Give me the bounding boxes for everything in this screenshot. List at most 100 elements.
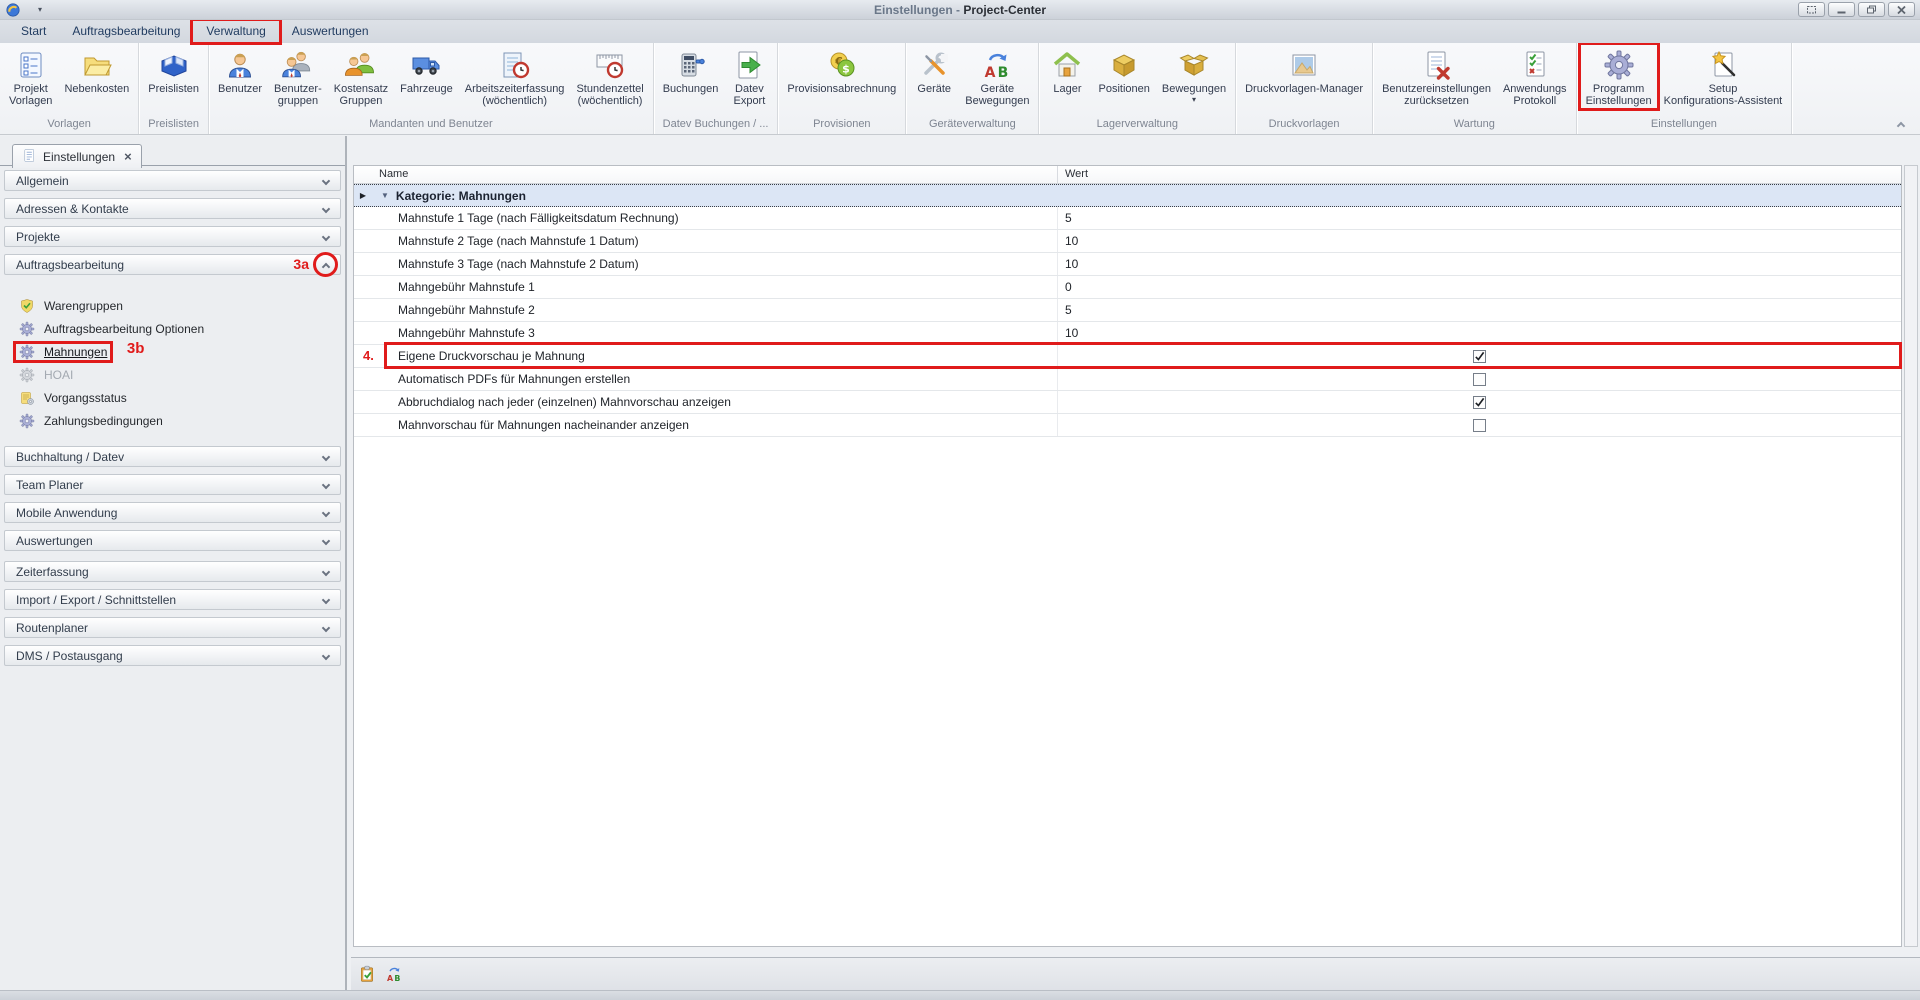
- table-row[interactable]: Automatisch PDFs für Mahnungen erstellen: [354, 368, 1901, 391]
- gear-icon: [19, 321, 35, 337]
- checkbox-checked[interactable]: [1473, 396, 1486, 409]
- ribbon-button-provisionsabrechnung[interactable]: €$Provisionsabrechnung: [781, 46, 902, 96]
- sidebar-section-routenplaner[interactable]: Routenplaner: [4, 617, 341, 638]
- checkbox-unchecked[interactable]: [1473, 373, 1486, 386]
- table-row[interactable]: Mahnstufe 3 Tage (nach Mahnstufe 2 Datum…: [354, 253, 1901, 276]
- ribbon-button-setup-konfigurations-assistent[interactable]: SetupKonfigurations-Assistent: [1658, 46, 1789, 108]
- ribbon-button-lager[interactable]: Lager: [1042, 46, 1092, 96]
- cell-wert: [1057, 368, 1901, 390]
- ribbon-button-geraete-bewegungen[interactable]: ABGeräteBewegungen: [959, 46, 1035, 108]
- clipboard-check-icon[interactable]: [358, 965, 376, 983]
- ribbon-button-nebenkosten[interactable]: Nebenkosten: [58, 46, 135, 96]
- ribbon-button-programm-einstellungen[interactable]: ProgrammEinstellungen2.: [1580, 46, 1658, 108]
- sidebar-item-warengruppen[interactable]: Warengruppen: [4, 294, 341, 317]
- window-bottom-edge: [0, 990, 1920, 1000]
- ribbon-button-druckvorlagen-manager[interactable]: Druckvorlagen-Manager: [1239, 46, 1369, 96]
- table-row[interactable]: Mahnstufe 2 Tage (nach Mahnstufe 1 Datum…: [354, 230, 1901, 253]
- row-indicator-cell: [354, 230, 372, 252]
- ribbon-button-projekt-vorlagen[interactable]: ProjektVorlagen: [3, 46, 58, 108]
- application-window: { "window": { "title_prefix": "Einstellu…: [0, 0, 1920, 1000]
- sidebar-section-label: Zeiterfassung: [16, 565, 89, 579]
- sidebar-item-zahlungsbedingungen[interactable]: Zahlungsbedingungen: [4, 409, 341, 432]
- menu-tab-label: Start: [21, 24, 46, 38]
- sidebar-section-allgemein[interactable]: Allgemein: [4, 170, 341, 191]
- table-row[interactable]: Mahnvorschau für Mahnungen nacheinander …: [354, 414, 1901, 437]
- close-icon[interactable]: ×: [124, 150, 132, 163]
- ribbon-button-geraete[interactable]: Geräte: [909, 46, 959, 96]
- row-indicator-cell: [354, 253, 372, 275]
- ribbon-button-datev-export[interactable]: DatevExport: [724, 46, 774, 108]
- menu-tab-auswertungen[interactable]: Auswertungen: [279, 20, 382, 43]
- ribbon-button-benutzereinstellungen-zuruecksetzen[interactable]: Benutzereinstellungenzurücksetzen: [1376, 46, 1497, 108]
- sidebar-section-adressen-kontakte[interactable]: Adressen & Kontakte: [4, 198, 341, 219]
- ribbon-button-anwendungs-protokoll[interactable]: AnwendungsProtokoll: [1497, 46, 1573, 108]
- menu-tab-auftragsbearbeitung[interactable]: Auftragsbearbeitung: [59, 20, 193, 43]
- menu-tab-verwaltung[interactable]: Verwaltung1.: [193, 20, 278, 43]
- sidebar-item-vorgangsstatus[interactable]: Vorgangsstatus: [4, 386, 341, 409]
- table-row[interactable]: Mahnstufe 1 Tage (nach Fälligkeitsdatum …: [354, 207, 1901, 230]
- ribbon-button-label: Programm: [1593, 83, 1644, 95]
- sidebar-section-label: Mobile Anwendung: [16, 506, 117, 520]
- checkbox-checked[interactable]: [1473, 350, 1486, 363]
- ribbon-button-fahrzeuge[interactable]: Fahrzeuge: [394, 46, 459, 96]
- column-header-wert[interactable]: Wert: [1057, 166, 1901, 183]
- sidebar-section-auftragsbearbeitung[interactable]: Auftragsbearbeitung3a: [4, 254, 341, 275]
- fullscreen-icon: [1806, 5, 1817, 15]
- table-row[interactable]: Mahngebühr Mahnstufe 25: [354, 299, 1901, 322]
- sidebar-section-team-planer[interactable]: Team Planer: [4, 474, 341, 495]
- restore-button[interactable]: [1858, 2, 1885, 17]
- group-collapse-icon[interactable]: ▼: [381, 191, 389, 200]
- ribbon-group-label: Vorlagen: [0, 115, 138, 134]
- minimize-button[interactable]: [1828, 2, 1855, 17]
- checkbox-unchecked[interactable]: [1473, 419, 1486, 432]
- sidebar-section-buchhaltung-datev[interactable]: Buchhaltung / Datev: [4, 446, 341, 467]
- chevron-down-icon: [322, 205, 330, 213]
- sidebar-section-projekte[interactable]: Projekte: [4, 226, 341, 247]
- table-row[interactable]: Eigene Druckvorschau je Mahnung4.: [354, 345, 1901, 368]
- app-logo-icon[interactable]: [6, 3, 20, 17]
- close-button[interactable]: [1888, 2, 1915, 17]
- sidebar-section-mobile-anwendung[interactable]: Mobile Anwendung: [4, 502, 341, 523]
- chevron-down-icon: [322, 596, 330, 604]
- ribbon-button-label: Projekt: [14, 83, 48, 95]
- menu-tab-label: Auswertungen: [292, 24, 369, 38]
- column-header-name[interactable]: Name: [372, 166, 1057, 183]
- table-row[interactable]: Mahngebühr Mahnstufe 310: [354, 322, 1901, 345]
- document-icon: [22, 148, 37, 166]
- sidebar-section-zeiterfassung[interactable]: Zeiterfassung: [4, 561, 341, 582]
- table-body: Mahnstufe 1 Tage (nach Fälligkeitsdatum …: [354, 207, 1901, 437]
- ribbon-button-label: Konfigurations-Assistent: [1664, 95, 1783, 107]
- menu-bar: Start AuftragsbearbeitungVerwaltung1. Ausw…: [0, 20, 1920, 43]
- ribbon-button-kostensatz-gruppen[interactable]: KostensatzGruppen: [328, 46, 394, 108]
- ribbon-group-items: BuchungenDatevExport: [654, 43, 778, 115]
- tab-einstellungen[interactable]: Einstellungen ×: [12, 144, 142, 168]
- vertical-scrollbar[interactable]: [1904, 165, 1918, 947]
- ribbon-button-bewegungen[interactable]: Bewegungen▾: [1156, 46, 1232, 105]
- ribbon-collapse-button[interactable]: [1898, 118, 1907, 127]
- table-row[interactable]: Mahngebühr Mahnstufe 10: [354, 276, 1901, 299]
- ribbon-button-positionen[interactable]: Positionen: [1092, 46, 1155, 96]
- annotation-step3a: 3a: [293, 257, 309, 271]
- sidebar-item-wrap: Mahnungen3b: [19, 344, 107, 360]
- ribbon-button-buchungen[interactable]: Buchungen: [657, 46, 725, 96]
- ribbon-group-items: €$Provisionsabrechnung: [778, 43, 905, 115]
- cell-wert: 10: [1057, 230, 1901, 252]
- ab-compare-icon[interactable]: AB: [385, 965, 403, 983]
- ribbon-button-stundenzettel-woechentlich[interactable]: Stundenzettel(wöchentlich): [570, 46, 649, 108]
- quick-access-dropdown-icon[interactable]: ▾: [38, 5, 42, 14]
- sidebar-section-dms-postausgang[interactable]: DMS / Postausgang: [4, 645, 341, 666]
- cell-wert: [1057, 414, 1901, 436]
- svg-text:B: B: [394, 974, 400, 983]
- sidebar-section-import-export-schnittstellen[interactable]: Import / Export / Schnittstellen: [4, 589, 341, 610]
- sidebar-item-auftragsbearbeitung-optionen[interactable]: Auftragsbearbeitung Optionen: [4, 317, 341, 340]
- ribbon-button-arbeitszeiterfassung-woechentlich[interactable]: Arbeitszeiterfassung(wöchentlich): [459, 46, 571, 108]
- menu-tab-start[interactable]: Start: [8, 20, 59, 43]
- table-row[interactable]: Abbruchdialog nach jeder (einzelnen) Mah…: [354, 391, 1901, 414]
- sidebar-section-auswertungen[interactable]: Auswertungen: [4, 530, 341, 551]
- table-group-row[interactable]: ▶ ▼ Kategorie: Mahnungen: [354, 184, 1901, 207]
- fullscreen-button[interactable]: [1798, 2, 1825, 17]
- ribbon-button-preislisten[interactable]: Preislisten: [142, 46, 205, 96]
- ribbon-button-benutzer[interactable]: Benutzer: [212, 46, 268, 96]
- sidebar-item-mahnungen[interactable]: Mahnungen3b: [4, 340, 341, 363]
- ribbon-button-benutzer-gruppen[interactable]: Benutzer-gruppen: [268, 46, 328, 108]
